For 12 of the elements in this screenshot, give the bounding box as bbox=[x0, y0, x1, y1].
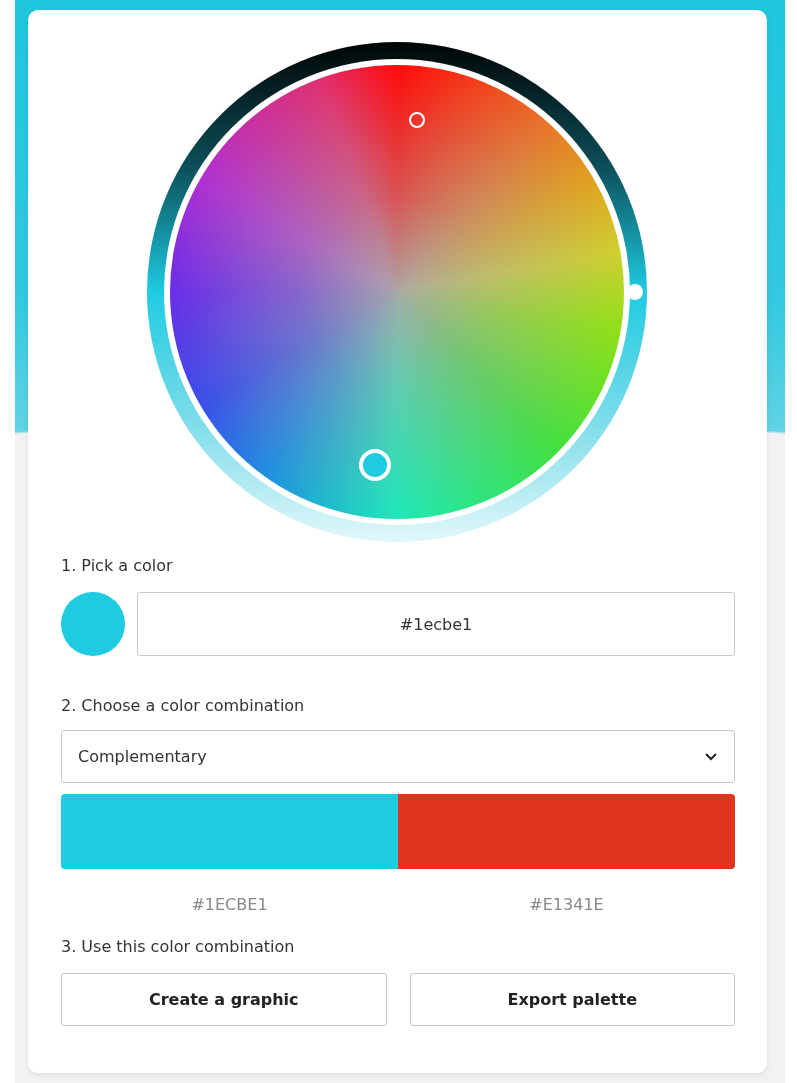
chevron-down-icon bbox=[704, 752, 718, 761]
step-label: 3. Use this color combination bbox=[61, 937, 296, 957]
hex-code: #E1341E bbox=[529, 895, 604, 915]
color-handle[interactable] bbox=[408, 112, 425, 128]
color-handle[interactable] bbox=[358, 449, 391, 481]
hex-code: #1ECBE1 bbox=[191, 895, 268, 915]
action-button[interactable]: Create a graphic bbox=[61, 973, 387, 1026]
step-label: 2. Choose a color combination bbox=[61, 696, 306, 716]
step-label: 1. Pick a color bbox=[61, 556, 174, 576]
action-button[interactable]: Export palette bbox=[409, 973, 735, 1026]
hex-input-field[interactable]: #1ecbe1 bbox=[137, 592, 735, 656]
combination-dropdown[interactable]: Complementary bbox=[61, 730, 735, 783]
